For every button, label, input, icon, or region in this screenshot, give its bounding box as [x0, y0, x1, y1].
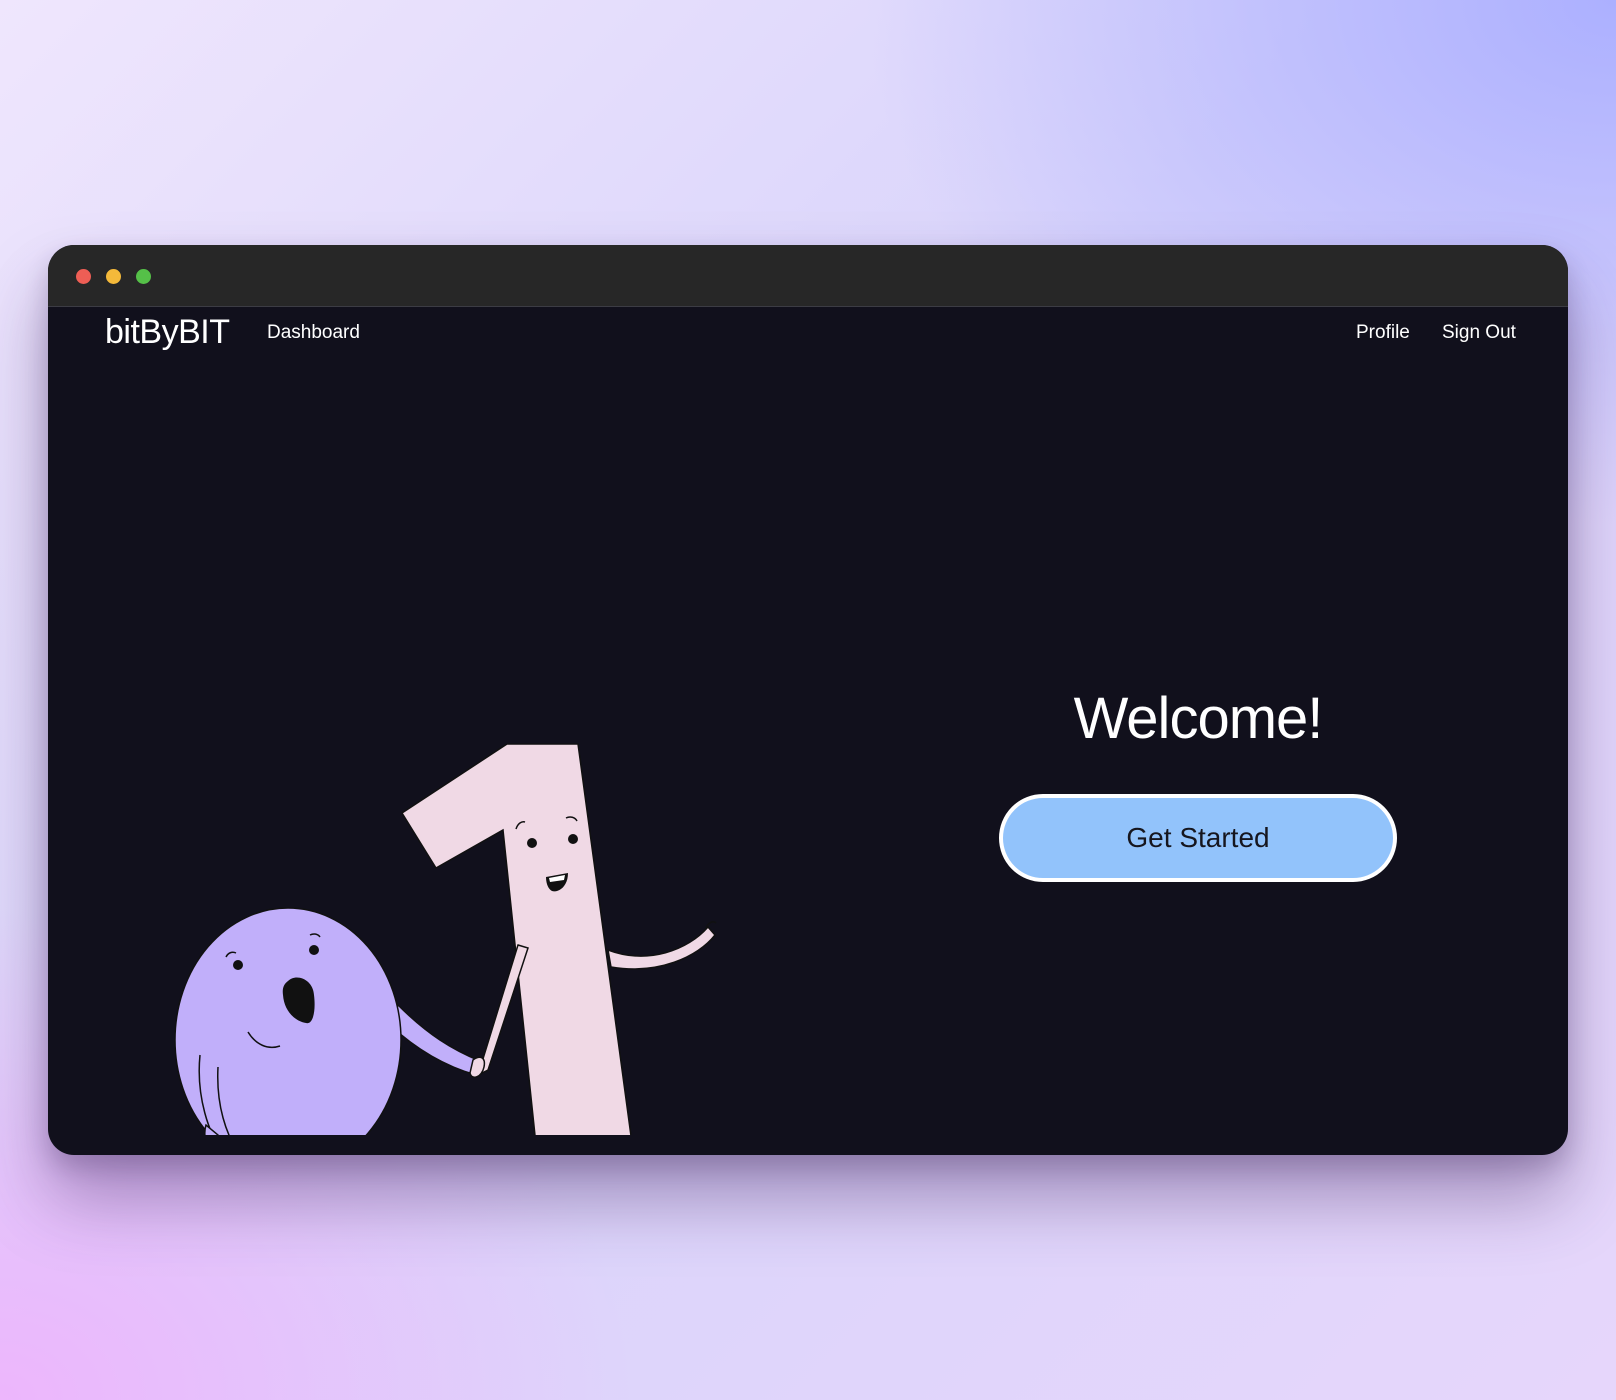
welcome-title: Welcome! [1073, 686, 1324, 751]
maximize-window-button[interactable] [136, 269, 151, 284]
brand-logo[interactable]: bitByBIT [105, 313, 230, 352]
navbar: bitByBIT Dashboard Profile Sign Out [48, 307, 1568, 357]
one-character [400, 743, 717, 1135]
browser-window: bitByBIT Dashboard Profile Sign Out Welc… [48, 245, 1568, 1155]
illustration [174, 743, 717, 1135]
window-titlebar [48, 245, 1568, 307]
zero-character [174, 907, 486, 1135]
get-started-button[interactable]: Get Started [999, 794, 1397, 882]
minimize-window-button[interactable] [106, 269, 121, 284]
close-window-button[interactable] [76, 269, 91, 284]
nav-signout-link[interactable]: Sign Out [1442, 322, 1516, 344]
nav-dashboard-link[interactable]: Dashboard [267, 322, 360, 344]
hero-section: Welcome! Get Started [998, 685, 1398, 882]
nav-profile-link[interactable]: Profile [1356, 322, 1410, 344]
